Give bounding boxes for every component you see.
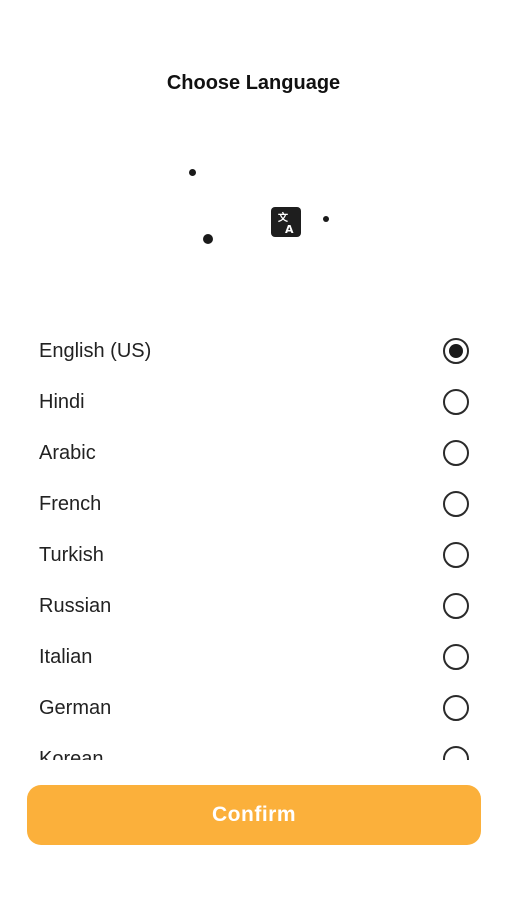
language-option-russian[interactable]: Russian bbox=[0, 581, 507, 632]
language-option-french[interactable]: French bbox=[0, 479, 507, 530]
language-option-english-us[interactable]: English (US) bbox=[0, 326, 507, 377]
language-label: Hindi bbox=[39, 391, 85, 413]
radio-button[interactable] bbox=[443, 542, 469, 568]
radio-button[interactable] bbox=[443, 440, 469, 466]
language-option-arabic[interactable]: Arabic bbox=[0, 428, 507, 479]
language-label: Korean bbox=[39, 748, 104, 760]
radio-button[interactable] bbox=[443, 593, 469, 619]
language-label: Arabic bbox=[39, 442, 96, 464]
radio-button[interactable] bbox=[443, 746, 469, 760]
language-label: Turkish bbox=[39, 544, 104, 566]
radio-button[interactable] bbox=[443, 644, 469, 670]
language-label: Italian bbox=[39, 646, 93, 668]
radio-button[interactable] bbox=[443, 491, 469, 517]
confirm-button[interactable]: Confirm bbox=[27, 785, 481, 845]
decorative-dot bbox=[203, 234, 213, 244]
language-option-hindi[interactable]: Hindi bbox=[0, 377, 507, 428]
decorative-dot bbox=[323, 216, 329, 222]
language-label: English (US) bbox=[39, 340, 152, 362]
radio-button-selected[interactable] bbox=[443, 338, 469, 364]
language-label: German bbox=[39, 697, 112, 719]
language-option-turkish[interactable]: Turkish bbox=[0, 530, 507, 581]
decorative-dot bbox=[189, 169, 196, 176]
language-list[interactable]: English (US) Hindi Arabic French Turkish… bbox=[0, 326, 507, 760]
svg-text:A: A bbox=[285, 223, 294, 236]
page-title: Choose Language bbox=[166, 72, 341, 94]
radio-button[interactable] bbox=[443, 695, 469, 721]
translate-icon: 文 A bbox=[271, 207, 301, 237]
language-label: French bbox=[39, 493, 102, 515]
language-label: Russian bbox=[39, 595, 112, 617]
language-option-italian[interactable]: Italian bbox=[0, 632, 507, 683]
radio-button[interactable] bbox=[443, 389, 469, 415]
language-illustration: 文 A bbox=[0, 150, 507, 270]
language-option-german[interactable]: German bbox=[0, 683, 507, 734]
language-option-korean[interactable]: Korean bbox=[0, 734, 507, 760]
